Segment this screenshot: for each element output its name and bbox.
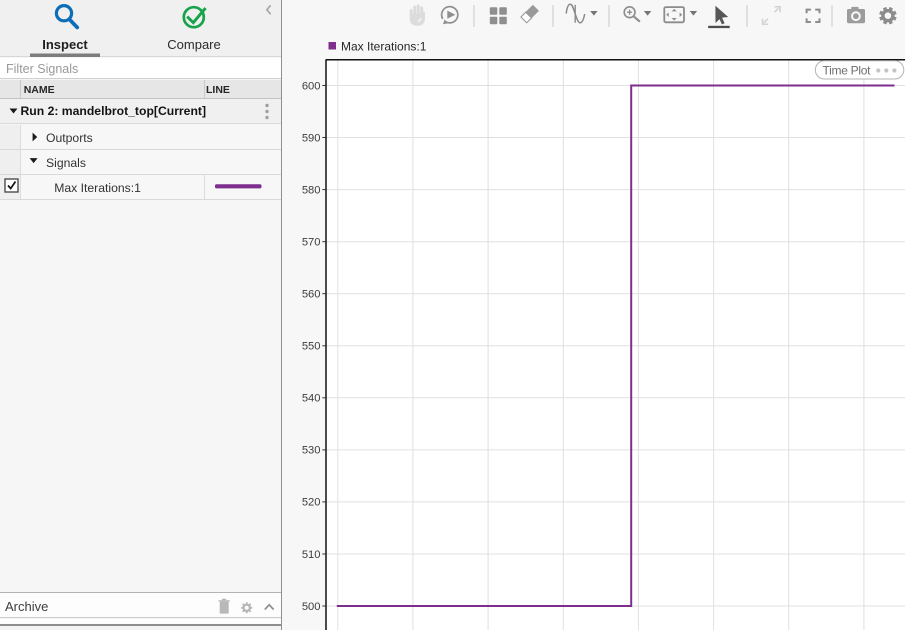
- svg-text:600: 600: [302, 80, 321, 92]
- svg-text:510: 510: [302, 549, 321, 561]
- svg-text:560: 560: [302, 289, 321, 301]
- svg-text:550: 550: [302, 341, 321, 353]
- svg-text:500: 500: [302, 601, 321, 613]
- svg-text:Time Plot: Time Plot: [823, 63, 872, 77]
- svg-text:580: 580: [302, 184, 321, 196]
- svg-text:Max Iterations:1: Max Iterations:1: [341, 40, 427, 54]
- svg-text:530: 530: [302, 445, 321, 457]
- svg-text:520: 520: [302, 497, 321, 509]
- svg-text:590: 590: [302, 132, 321, 144]
- svg-text:570: 570: [302, 237, 321, 249]
- svg-text:540: 540: [302, 393, 321, 405]
